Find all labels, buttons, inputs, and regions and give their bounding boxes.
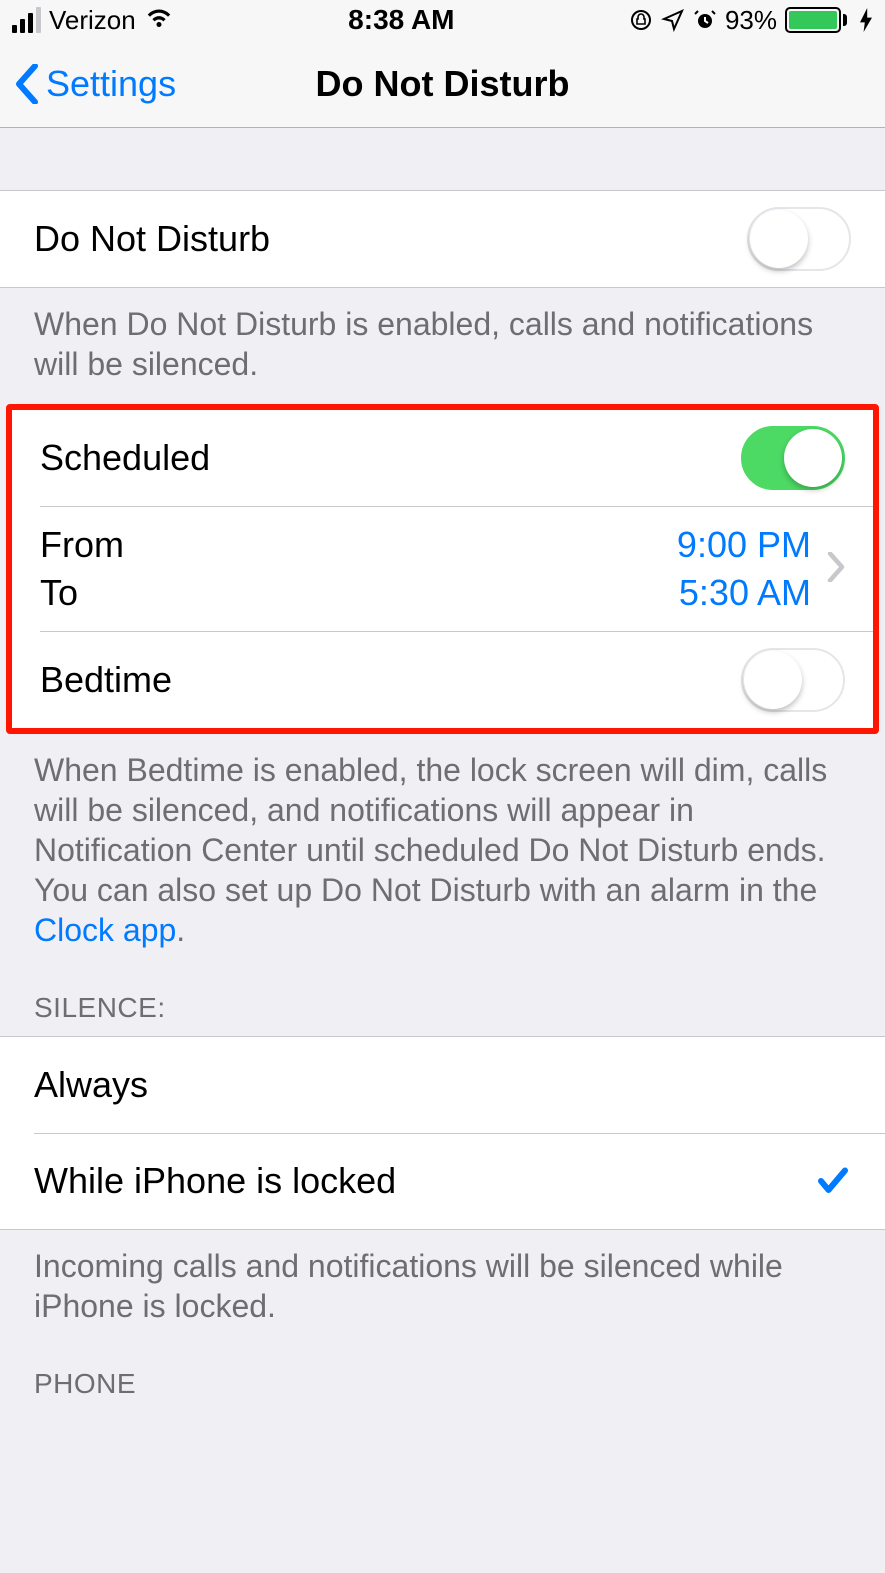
status-bar: Verizon 8:38 AM 93% bbox=[0, 0, 885, 40]
to-value: 5:30 AM bbox=[677, 572, 811, 614]
clock-time: 8:38 AM bbox=[348, 4, 454, 36]
battery-icon bbox=[785, 7, 847, 33]
phone-header: PHONE bbox=[0, 1326, 885, 1412]
scheduled-switch[interactable] bbox=[741, 426, 845, 490]
bedtime-row[interactable]: Bedtime bbox=[12, 632, 873, 728]
back-label: Settings bbox=[46, 63, 176, 105]
from-label: From bbox=[40, 524, 124, 566]
nav-bar: Settings Do Not Disturb bbox=[0, 40, 885, 128]
dnd-row[interactable]: Do Not Disturb bbox=[0, 191, 885, 287]
checkmark-icon bbox=[815, 1163, 851, 1199]
alarm-icon bbox=[693, 8, 717, 32]
bedtime-switch[interactable] bbox=[741, 648, 845, 712]
carrier-label: Verizon bbox=[49, 5, 136, 36]
bedtime-footer-post: . bbox=[176, 912, 185, 948]
location-icon bbox=[661, 8, 685, 32]
scheduled-row[interactable]: Scheduled bbox=[12, 410, 873, 506]
battery-percent: 93% bbox=[725, 5, 777, 36]
bedtime-footer-text: When Bedtime is enabled, the lock screen… bbox=[34, 752, 827, 908]
clock-app-link[interactable]: Clock app bbox=[34, 912, 176, 948]
silence-header: SILENCE: bbox=[0, 950, 885, 1036]
dnd-label: Do Not Disturb bbox=[34, 218, 270, 260]
silence-option-locked[interactable]: While iPhone is locked bbox=[0, 1133, 885, 1229]
orientation-lock-icon bbox=[629, 8, 653, 32]
to-label: To bbox=[40, 572, 124, 614]
scheduled-time-row[interactable]: From To 9:00 PM 5:30 AM bbox=[12, 506, 873, 632]
chevron-right-icon bbox=[827, 552, 845, 587]
dnd-switch[interactable] bbox=[747, 207, 851, 271]
charging-icon bbox=[855, 8, 873, 32]
silence-locked-label: While iPhone is locked bbox=[34, 1160, 396, 1202]
silence-option-always[interactable]: Always bbox=[0, 1037, 885, 1133]
scheduled-label: Scheduled bbox=[40, 437, 210, 479]
from-value: 9:00 PM bbox=[677, 524, 811, 566]
silence-always-label: Always bbox=[34, 1064, 148, 1106]
bedtime-footer: When Bedtime is enabled, the lock screen… bbox=[0, 734, 885, 950]
silence-footer: Incoming calls and notifications will be… bbox=[0, 1230, 885, 1326]
dnd-footer: When Do Not Disturb is enabled, calls an… bbox=[0, 288, 885, 384]
bedtime-label: Bedtime bbox=[40, 659, 172, 701]
chevron-left-icon bbox=[14, 64, 40, 104]
scheduled-highlight-box: Scheduled From To 9:00 PM 5:30 AM Bedtim… bbox=[6, 404, 879, 734]
wifi-icon bbox=[144, 2, 174, 39]
cellular-signal-icon bbox=[12, 7, 41, 33]
back-button[interactable]: Settings bbox=[0, 63, 176, 105]
